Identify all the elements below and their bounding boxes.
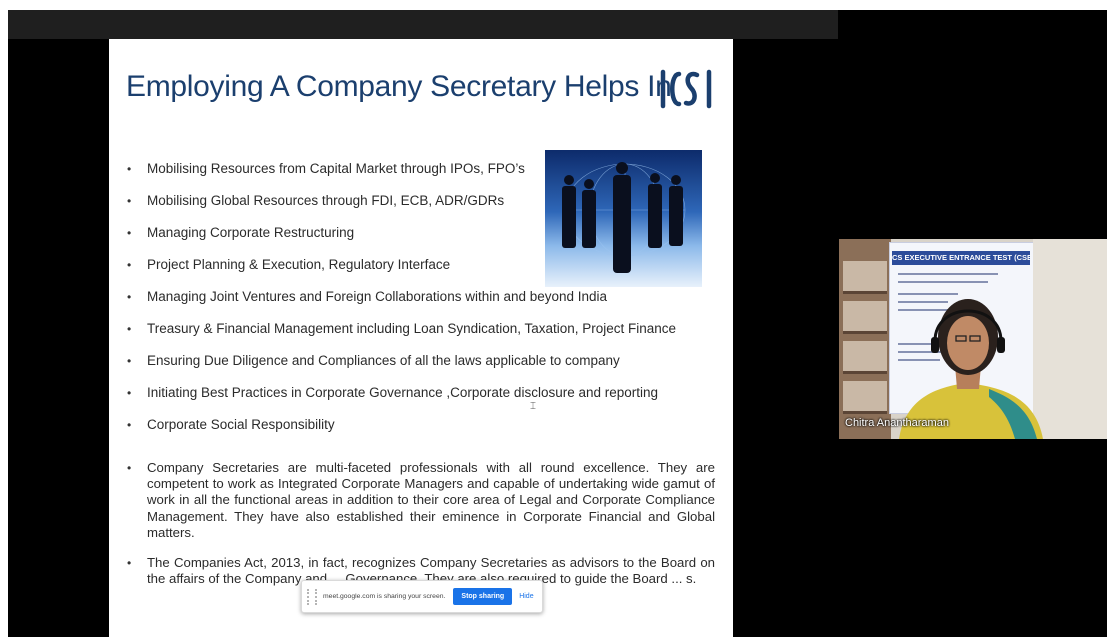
bullet-item: • Corporate Social Responsibility bbox=[127, 417, 335, 432]
top-bar bbox=[8, 10, 838, 39]
bullet-dot: • bbox=[127, 162, 132, 176]
stop-sharing-button[interactable]: Stop sharing bbox=[453, 588, 513, 605]
paragraph: • Company Secretaries are multi-faceted p… bbox=[127, 460, 715, 540]
bullet-dot: • bbox=[127, 258, 132, 272]
participant-name: Chitra Anantharaman bbox=[845, 417, 949, 429]
bullet-dot: • bbox=[127, 556, 132, 571]
bullet-dot: • bbox=[127, 322, 132, 336]
bullet-dot: • bbox=[127, 418, 132, 432]
presentation-slide: Employing A Company Secretary Helps In •… bbox=[109, 39, 733, 637]
business-people-image bbox=[545, 150, 702, 287]
bullet-dot: • bbox=[127, 354, 132, 368]
icsi-logo bbox=[660, 69, 712, 109]
bullet-dot: • bbox=[127, 290, 132, 304]
mouse-cursor-icon: ⌶ bbox=[530, 401, 536, 412]
bullet-dot: • bbox=[127, 461, 132, 475]
participant-video-tile[interactable]: CS EXECUTIVE ENTRANCE TEST (CSEET) Chitr… bbox=[839, 239, 1107, 439]
participant-figure bbox=[899, 299, 1043, 439]
slide-title: Employing A Company Secretary Helps In bbox=[126, 70, 672, 103]
hide-button[interactable]: Hide bbox=[519, 593, 533, 600]
drag-handle-icon[interactable] bbox=[307, 588, 317, 605]
bullet-dot: • bbox=[127, 386, 132, 400]
bullet-item: • Managing Joint Ventures and Foreign Col… bbox=[127, 289, 608, 304]
bullet-item: • Treasury & Financial Management includi… bbox=[127, 321, 677, 336]
share-status-text: meet.google.com is sharing your screen. bbox=[323, 593, 446, 600]
bullet-item: • Initiating Best Practices in Corporate … bbox=[127, 385, 659, 400]
bullet-dot: • bbox=[127, 226, 132, 240]
bullet-dot: • bbox=[127, 194, 132, 208]
bullet-item: • Ensuring Due Diligence and Compliances … bbox=[127, 353, 620, 368]
screen-share-banner: meet.google.com is sharing your screen. … bbox=[301, 580, 543, 613]
